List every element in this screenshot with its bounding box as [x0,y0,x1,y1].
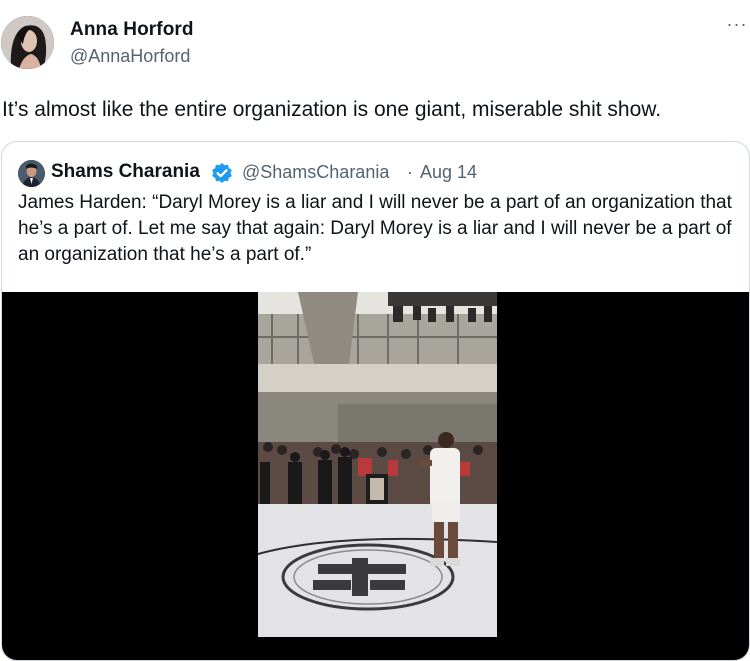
tweet-text: It’s almost like the entire organization… [2,98,662,121]
author-handle[interactable]: @AnnaHorford [70,46,190,67]
video-frame [258,292,497,637]
tweet[interactable]: Anna Horford @AnnaHorford ··· It’s almos… [0,0,750,661]
quoted-tweet[interactable]: Shams Charania @ShamsCharania · Aug 14 J… [1,141,750,661]
video-thumbnail [258,292,497,637]
quoted-author-name[interactable]: Shams Charania [51,161,200,183]
author-avatar[interactable] [1,16,54,69]
quoted-tweet-text: James Harden: “Daryl Morey is a liar and… [18,192,732,265]
video-player[interactable] [2,292,749,660]
verified-badge-icon [212,163,232,183]
more-horizontal-icon[interactable]: ··· [724,14,750,34]
quoted-author-avatar[interactable] [18,160,45,187]
quoted-author-handle[interactable]: @ShamsCharania [242,162,389,183]
separator-dot: · [407,162,413,182]
avatar-image [18,160,45,187]
author-name[interactable]: Anna Horford [70,19,194,41]
quoted-tweet-date[interactable]: Aug 14 [420,162,477,183]
avatar-image [1,16,54,69]
